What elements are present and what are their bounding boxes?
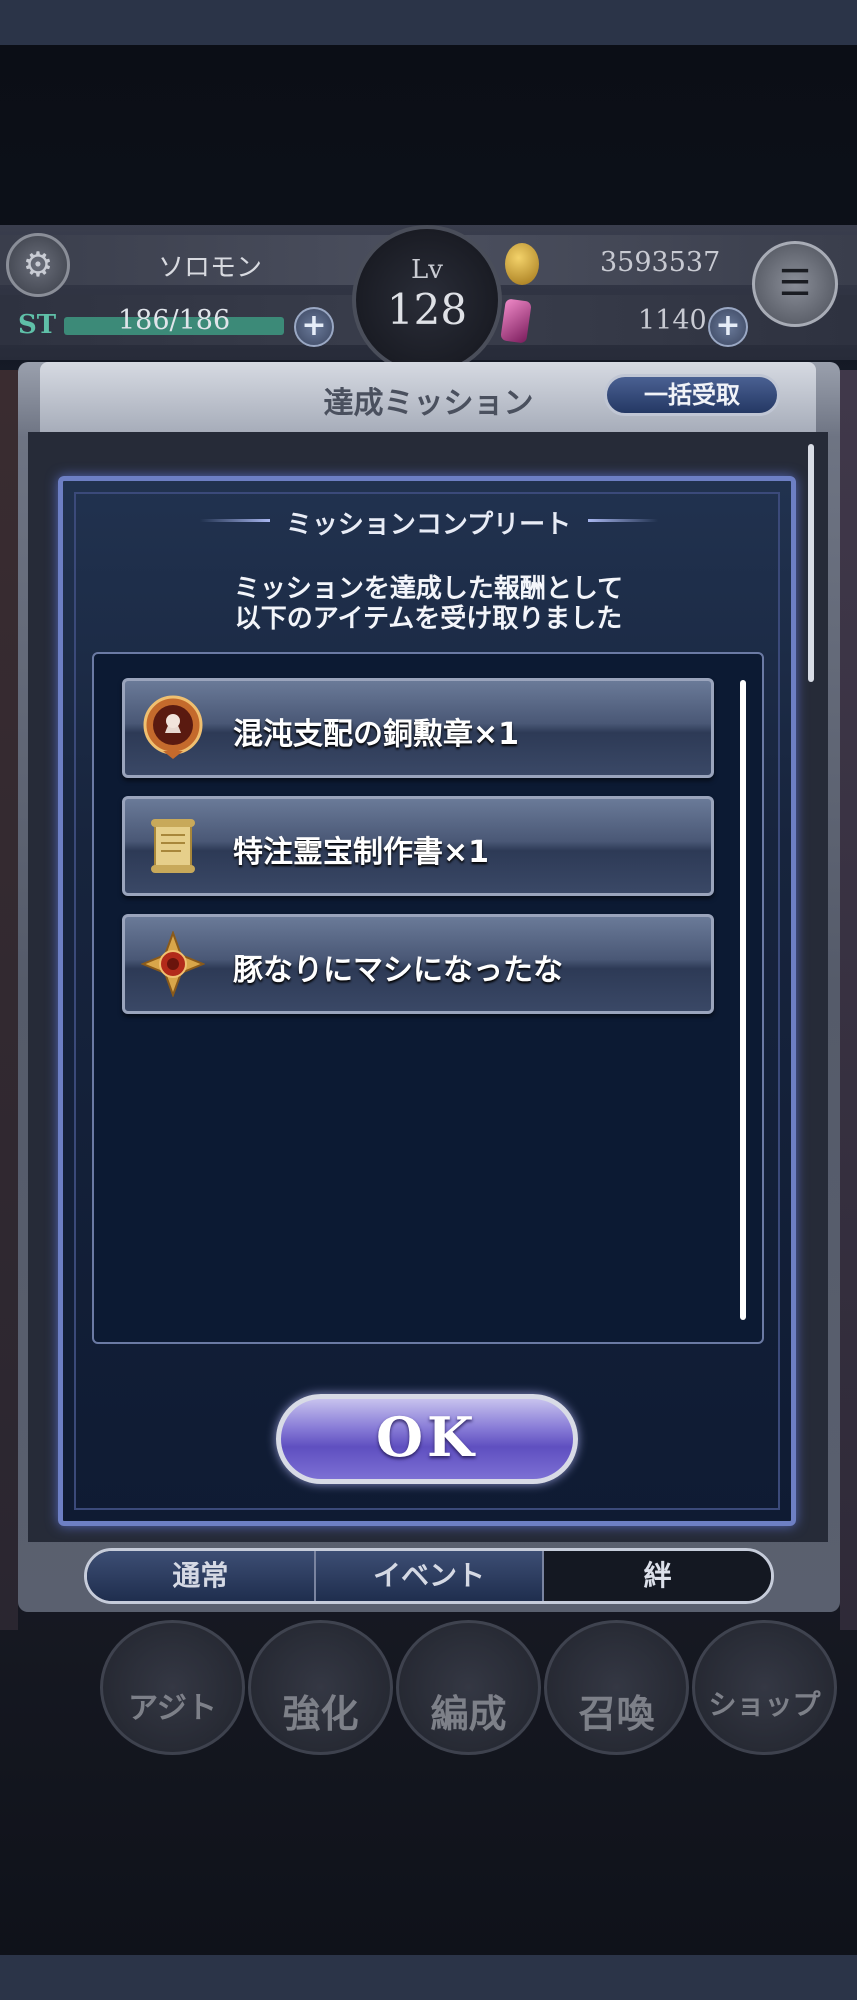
nav-formation[interactable]: 編成 <box>396 1620 541 1755</box>
nav-hideout-label: アジト <box>128 1691 217 1726</box>
add-gems-button[interactable]: + <box>708 307 748 347</box>
stamina-value: 186/186 <box>118 305 231 336</box>
list-item[interactable]: 豚なりにマシになったな <box>122 914 714 1014</box>
nav-summon-label: 召喚 <box>578 1692 655 1736</box>
medal-icon <box>143 695 203 759</box>
title-emblem-icon <box>141 931 205 997</box>
level-value: 128 <box>386 285 468 334</box>
scroll-icon <box>151 819 195 873</box>
coin-icon <box>505 243 539 285</box>
system-status-bar <box>0 0 857 45</box>
nav-hideout[interactable]: アジト <box>100 1620 245 1755</box>
reward-item-label: 豚なりにマシになったな <box>233 953 563 988</box>
nav-formation-label: 編成 <box>430 1692 507 1736</box>
bulk-receive-button[interactable]: 一括受取 <box>604 374 780 416</box>
tab-event[interactable]: イベント <box>315 1551 545 1601</box>
nav-summon[interactable]: 召喚 <box>544 1620 689 1755</box>
ok-button[interactable]: OK <box>276 1394 578 1484</box>
nav-enhance[interactable]: 強化 <box>248 1620 393 1755</box>
nav-enhance-label: 強化 <box>282 1692 359 1736</box>
dialog-message-line2: 以下のアイテムを受け取りました <box>234 604 623 634</box>
gems-value: 1140 <box>638 305 707 336</box>
level-label: Lv <box>411 255 443 285</box>
stamina-label: ST <box>18 310 57 340</box>
player-status-header: ⚙ ソロモン ST 186/186 + Lv 128 3593537 1140 … <box>0 225 857 375</box>
reward-item-label: 特注霊宝制作書×1 <box>233 835 490 870</box>
nav-shop[interactable]: ショップ <box>692 1620 837 1755</box>
reward-list-scrollbar[interactable] <box>740 680 746 1320</box>
mission-tab-bar: 通常 イベント 絆 <box>84 1548 774 1604</box>
bottom-navigation: アジト 強化 編成 召喚 ショップ <box>0 1620 857 1765</box>
reward-item-label: 混沌支配の銅勲章×1 <box>233 717 520 752</box>
add-stamina-button[interactable]: + <box>294 307 334 347</box>
level-badge: Lv 128 <box>352 225 502 375</box>
background-art-left <box>0 370 18 1630</box>
gear-icon[interactable]: ⚙ <box>6 233 70 297</box>
system-navigation-bar <box>0 1955 857 2000</box>
money-value: 3593537 <box>600 247 721 278</box>
list-item[interactable]: 特注霊宝制作書×1 <box>122 796 714 896</box>
background-art-right <box>840 370 857 1630</box>
dialog-title: ミッションコンプリート <box>285 510 572 540</box>
menu-icon[interactable]: ☰ <box>752 241 838 327</box>
tab-bond[interactable]: 絆 <box>544 1551 771 1601</box>
list-item[interactable]: 混沌支配の銅勲章×1 <box>122 678 714 778</box>
player-name: ソロモン <box>157 253 262 283</box>
tab-normal[interactable]: 通常 <box>87 1551 316 1601</box>
window-scrollbar[interactable] <box>808 444 814 682</box>
nav-shop-label: ショップ <box>708 1688 821 1721</box>
